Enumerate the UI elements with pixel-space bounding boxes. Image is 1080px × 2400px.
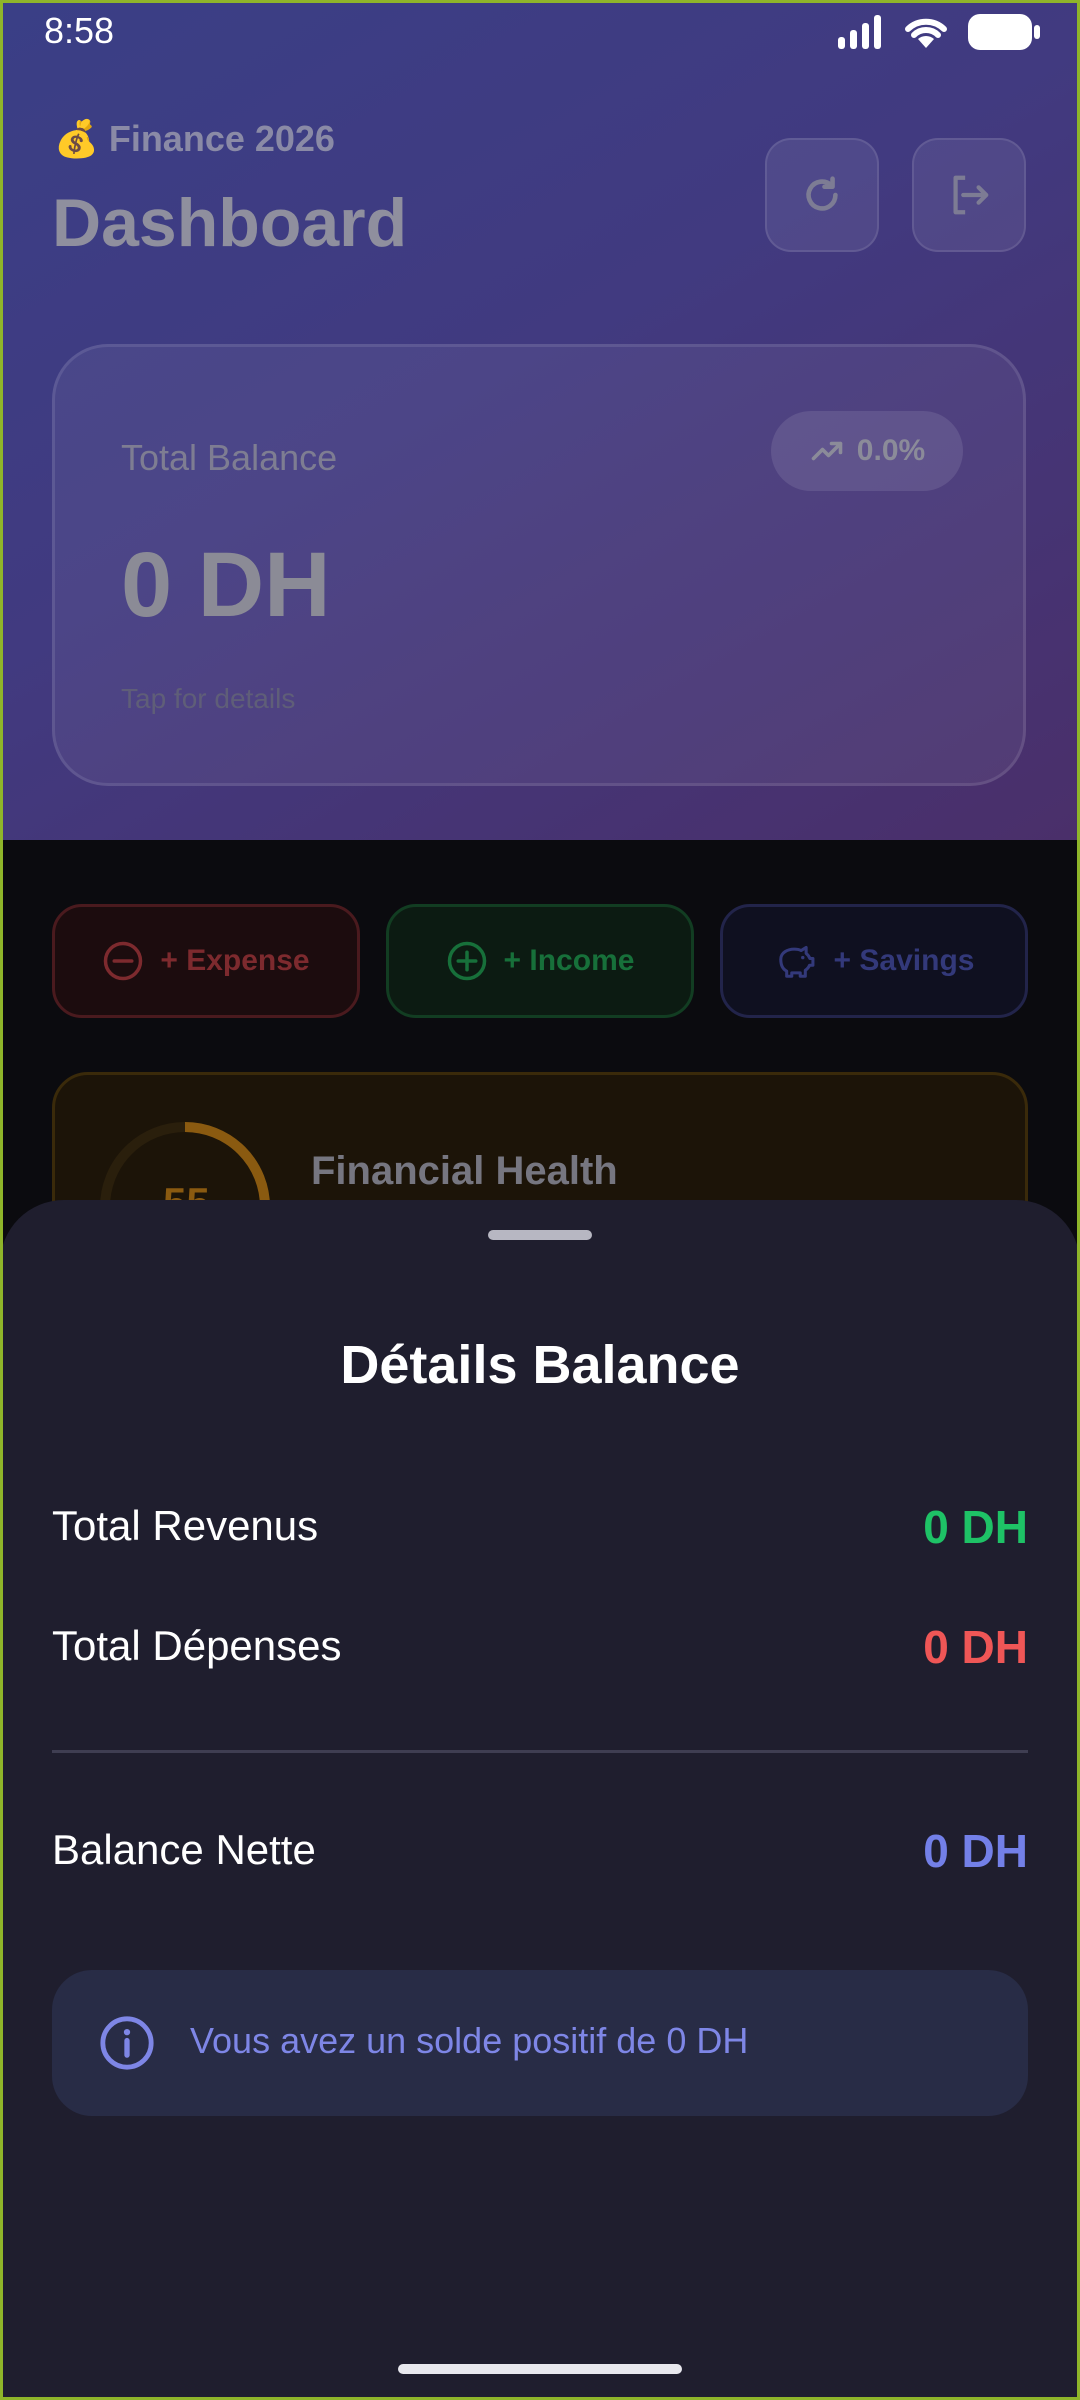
total-balance-card[interactable]: Total Balance 0.0% 0 DH Tap for details (52, 344, 1026, 786)
add-expense-label: + Expense (160, 944, 310, 977)
total-revenus-value: 0 DH (923, 1501, 1028, 1553)
trend-badge: 0.0% (771, 411, 963, 491)
minus-circle-icon (104, 941, 143, 981)
info-icon (100, 2016, 154, 2070)
signal-icon (838, 15, 881, 49)
add-income-button[interactable]: + Income (386, 904, 694, 1018)
plus-circle-icon (447, 941, 486, 981)
status-icons (838, 12, 1040, 52)
status-time: 8:58 (44, 10, 115, 51)
refresh-icon (806, 176, 838, 211)
page-title: Dashboard (52, 185, 408, 261)
total-depenses-label: Total Dépenses (52, 1622, 342, 1669)
balance-nette-label: Balance Nette (52, 1826, 316, 1873)
total-revenus-label: Total Revenus (52, 1502, 319, 1549)
trend-value: 0.0% (856, 434, 926, 467)
sheet-title: Détails Balance (340, 1335, 740, 1395)
health-title: Financial Health (311, 1149, 618, 1193)
quick-actions: + Expense + Income + Savings (52, 904, 1028, 1018)
balance-nette-value: 0 DH (923, 1825, 1028, 1877)
add-savings-button[interactable]: + Savings (720, 904, 1028, 1018)
info-message: Vous avez un solde positif de 0 DH (190, 2020, 749, 2061)
wifi-icon (905, 18, 947, 48)
logout-button[interactable] (912, 138, 1026, 252)
total-depenses-value: 0 DH (923, 1621, 1028, 1673)
balance-value: 0 DH (121, 534, 331, 636)
balance-label: Total Balance (121, 437, 338, 478)
add-income-label: + Income (503, 944, 635, 977)
balance-hint: Tap for details (121, 683, 296, 714)
piggy-bank-icon (778, 945, 814, 978)
refresh-button[interactable] (765, 138, 879, 252)
add-savings-label: + Savings (833, 944, 975, 977)
battery-icon (968, 14, 1040, 50)
home-indicator[interactable] (398, 2364, 682, 2374)
add-expense-button[interactable]: + Expense (52, 904, 360, 1018)
logout-icon (953, 175, 989, 215)
app-subtitle: 💰 Finance 2026 (54, 118, 335, 159)
info-message-box: Vous avez un solde positif de 0 DH (52, 1970, 1028, 2116)
balance-details-sheet: Détails Balance Total Revenus 0 DH Total… (0, 1200, 1080, 2400)
status-bar: 8:58 (0, 0, 1080, 62)
divider (52, 1750, 1028, 1753)
trending-up-icon (811, 441, 843, 461)
drag-handle[interactable] (488, 1230, 592, 1240)
